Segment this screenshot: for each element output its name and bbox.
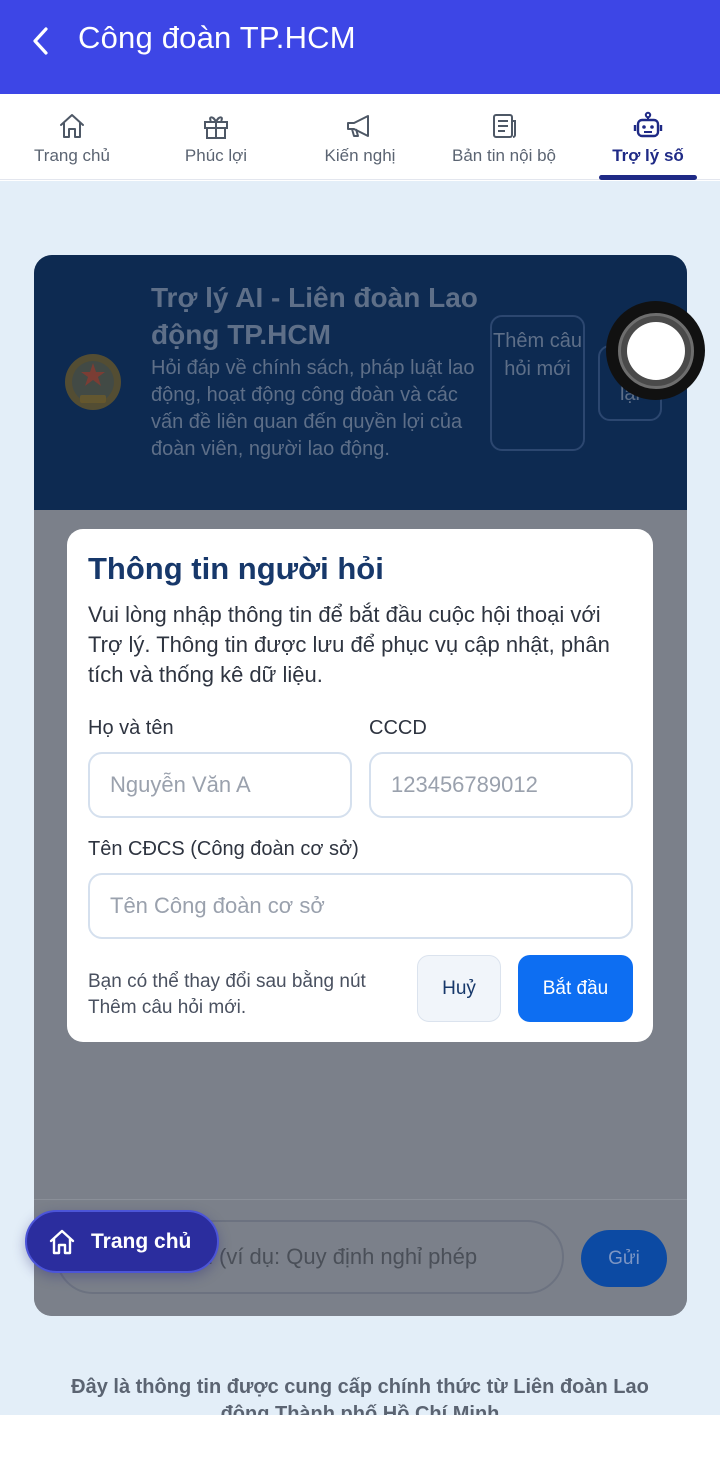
- tab-label: Bản tin nội bộ: [452, 146, 556, 165]
- union-name-field[interactable]: [88, 873, 633, 939]
- robot-icon: [632, 110, 664, 142]
- home-button-label: Trang chủ: [91, 1229, 192, 1253]
- start-button[interactable]: Bắt đầu: [518, 955, 633, 1022]
- floating-touch-button[interactable]: [606, 301, 705, 400]
- tab-newsletter[interactable]: Bản tin nội bộ: [432, 94, 576, 180]
- tab-bar: Trang chủ Phúc lợi Kiến nghị Bản tin nội…: [0, 94, 720, 180]
- dialog-note: Bạn có thể thay đổi sau bằng nút Thêm câ…: [88, 971, 366, 1018]
- user-info-dialog: Thông tin người hỏi Vui lòng nhập thông …: [67, 529, 653, 1042]
- tab-label: Trang chủ: [34, 146, 110, 165]
- bottom-area: [0, 1415, 720, 1472]
- id-label: CCCD: [369, 717, 427, 739]
- assistant-title: Trợ lý AI - Liên đoàn Lao động TP.HCM: [151, 282, 478, 350]
- floating-ring: [617, 312, 694, 389]
- assistant-description: Hỏi đáp về chính sách, pháp luật lao độn…: [151, 357, 475, 460]
- active-tab-indicator: [599, 175, 697, 180]
- app-header: Công đoàn TP.HCM: [0, 0, 720, 94]
- home-icon: [49, 1229, 75, 1254]
- tab-assistant[interactable]: Trợ lý số: [576, 94, 720, 180]
- megaphone-icon: [344, 110, 376, 142]
- tab-label: Kiến nghị: [324, 146, 396, 165]
- back-button[interactable]: [24, 22, 58, 60]
- assistant-header: Trợ lý AI - Liên đoàn Lao động TP.HCM Hỏ…: [34, 255, 687, 510]
- union-label: Tên CĐCS (Công đoàn cơ sở): [88, 838, 359, 860]
- home-floating-button[interactable]: Trang chủ: [25, 1210, 219, 1273]
- send-button[interactable]: Gửi: [581, 1230, 667, 1287]
- dialog-description: Vui lòng nhập thông tin để bắt đầu cuộc …: [88, 602, 610, 687]
- floating-dot: [626, 321, 685, 380]
- gift-icon: [200, 110, 232, 142]
- id-number-field[interactable]: [369, 752, 633, 818]
- tab-home[interactable]: Trang chủ: [0, 94, 144, 180]
- tab-label: Phúc lợi: [184, 146, 248, 165]
- tab-label: Trợ lý số: [612, 146, 684, 165]
- name-field[interactable]: [88, 752, 352, 818]
- new-question-button[interactable]: Thêm câu hỏi mới: [490, 315, 585, 451]
- name-label: Họ và tên: [88, 717, 174, 739]
- tab-petitions[interactable]: Kiến nghị: [288, 94, 432, 180]
- union-logo-icon: [65, 354, 121, 410]
- dialog-title: Thông tin người hỏi: [88, 551, 384, 586]
- home-icon: [56, 110, 88, 142]
- cancel-button[interactable]: Huỷ: [417, 955, 501, 1022]
- chevron-left-icon: [33, 27, 48, 55]
- page-title: Công đoàn TP.HCM: [78, 20, 356, 55]
- newspaper-icon: [488, 110, 520, 142]
- tab-benefits[interactable]: Phúc lợi: [144, 94, 288, 180]
